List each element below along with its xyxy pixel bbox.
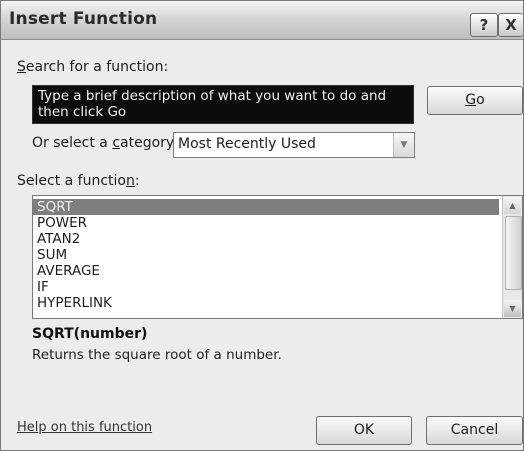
- go-button-accesskey: G: [465, 92, 477, 108]
- function-list[interactable]: SQRT POWER ATAN2 SUM AVERAGE IF HYPERLIN…: [32, 195, 523, 319]
- search-label-accesskey: S: [17, 59, 26, 75]
- close-icon: X: [505, 16, 517, 34]
- close-button[interactable]: X: [498, 13, 523, 37]
- scroll-down-arrow-icon[interactable]: ▼: [504, 300, 521, 317]
- insert-function-dialog: Insert Function ? X Search for a functio…: [0, 0, 524, 451]
- question-mark-icon: ?: [479, 16, 489, 34]
- title-bar[interactable]: Insert Function ? X: [1, 1, 523, 40]
- search-input[interactable]: Type a brief description of what you wan…: [32, 85, 414, 124]
- list-item[interactable]: AVERAGE: [33, 263, 499, 279]
- go-button-label: o: [476, 92, 485, 108]
- category-label: Or select a category:: [32, 135, 178, 151]
- list-item[interactable]: ATAN2: [33, 231, 499, 247]
- function-list-label-rest: :: [134, 173, 140, 189]
- list-item[interactable]: HYPERLINK: [33, 295, 499, 311]
- go-button[interactable]: Go: [427, 86, 523, 115]
- function-description: Returns the square root of a number.: [32, 347, 282, 363]
- scrollbar-thumb[interactable]: [505, 216, 522, 290]
- category-label-prefix: Or select a: [32, 135, 113, 151]
- vertical-scrollbar[interactable]: ▲ ▼: [502, 196, 522, 318]
- category-selected-value: Most Recently Used: [178, 136, 316, 152]
- function-syntax: SQRT(number): [32, 326, 148, 342]
- category-label-rest: ategory:: [120, 135, 178, 151]
- function-list-items: SQRT POWER ATAN2 SUM AVERAGE IF HYPERLIN…: [33, 199, 499, 311]
- list-item[interactable]: IF: [33, 279, 499, 295]
- ok-button[interactable]: OK: [316, 416, 412, 445]
- list-item[interactable]: POWER: [33, 215, 499, 231]
- category-select[interactable]: Most Recently Used ▼: [173, 132, 415, 158]
- list-item[interactable]: SUM: [33, 247, 499, 263]
- function-list-label-prefix: Select a functio: [17, 173, 126, 189]
- dialog-title: Insert Function: [9, 9, 158, 29]
- function-list-label: Select a function:: [17, 173, 140, 189]
- cancel-button[interactable]: Cancel: [426, 416, 523, 445]
- search-label-rest: earch for a function:: [25, 59, 169, 75]
- scroll-up-arrow-icon[interactable]: ▲: [504, 197, 521, 214]
- category-label-accesskey: c: [112, 135, 121, 151]
- help-on-function-link[interactable]: Help on this function: [17, 420, 152, 435]
- function-list-label-accesskey: n: [126, 173, 135, 189]
- help-button[interactable]: ?: [470, 13, 498, 37]
- search-label: Search for a function:: [17, 59, 168, 75]
- chevron-down-icon[interactable]: ▼: [393, 133, 414, 157]
- list-item[interactable]: SQRT: [33, 199, 499, 215]
- search-input-text: Type a brief description of what you wan…: [38, 88, 387, 120]
